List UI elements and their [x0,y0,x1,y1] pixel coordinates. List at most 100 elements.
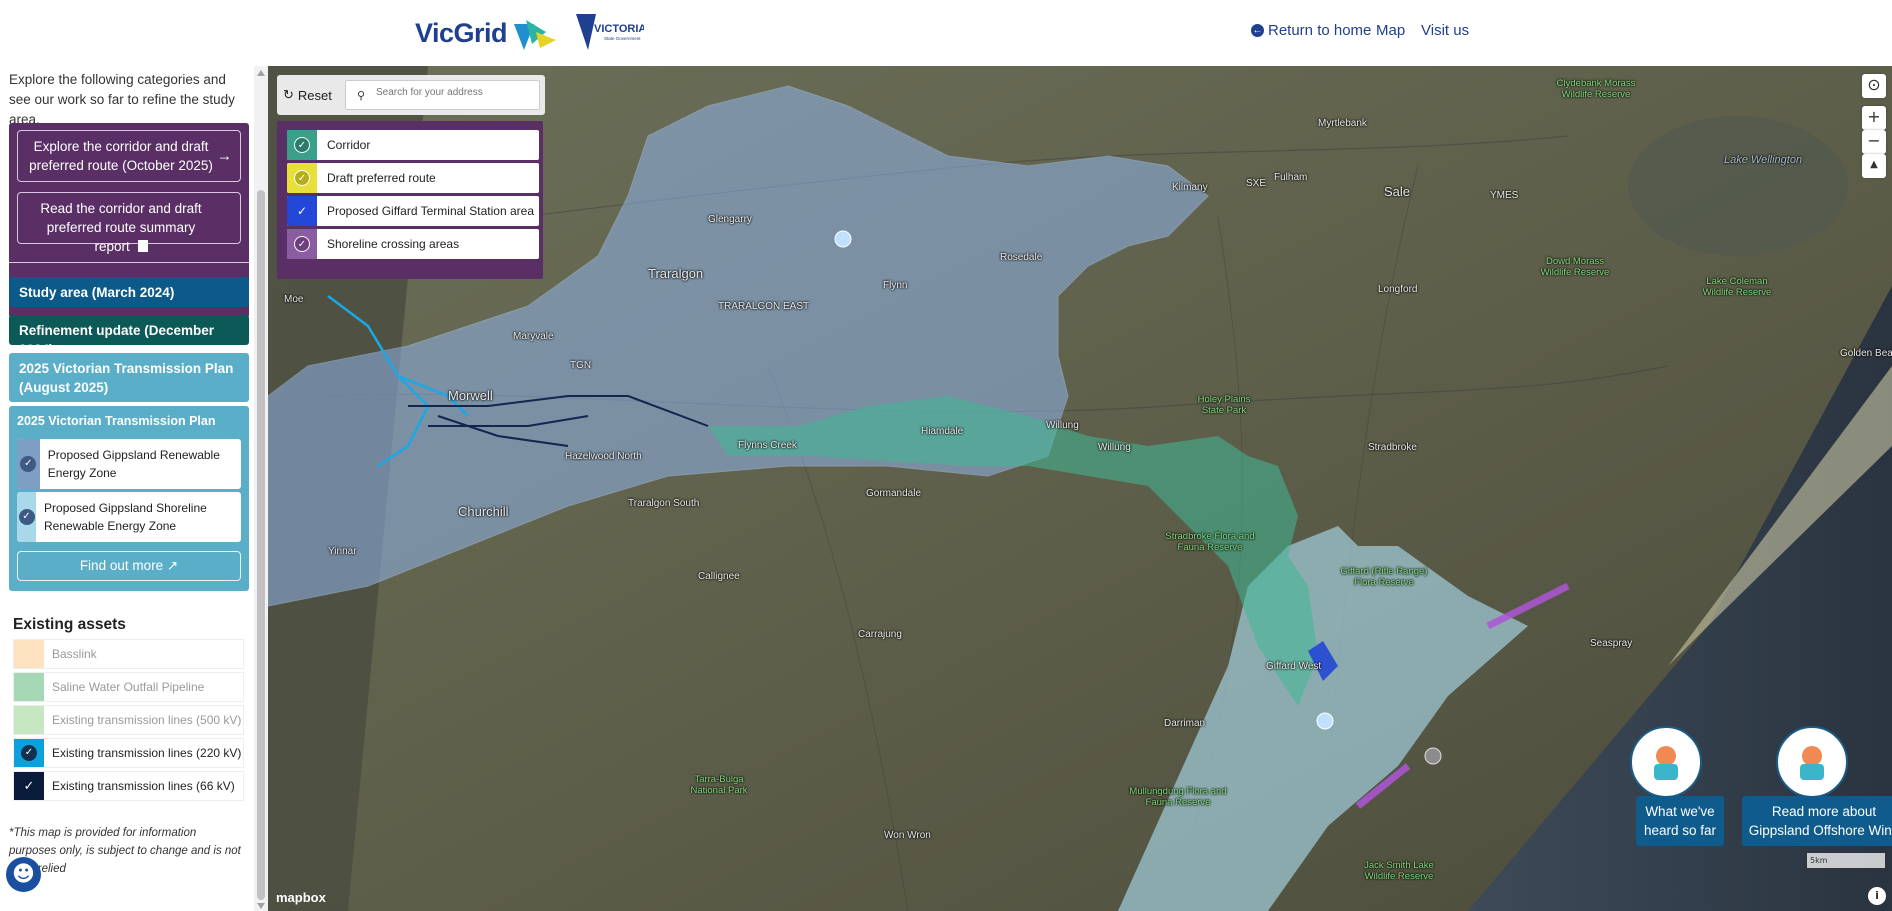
read-summary-label: Read the corridor and draft preferred ro… [40,201,202,254]
place-golden-beach: Golden Beach [1840,348,1892,359]
place-myrtlebank: Myrtlebank [1318,118,1367,129]
place-yinnar: Yinnar [328,546,357,557]
layer-label: Proposed Gippsland Renewable Energy Zone [47,448,220,480]
asset-toggle-saline-pipeline[interactable]: Saline Water Outfall Pipeline [13,672,244,702]
sidebar-scrollbar[interactable] [254,66,268,911]
reset-button[interactable]: ↻ Reset [283,82,339,108]
legend-toggle-corridor[interactable]: ✓ Corridor [287,130,539,160]
check-icon: ✓ [294,137,310,153]
nav-return-home[interactable]: ← Return to home [1251,22,1371,39]
vicgrid-logo-icon [514,20,556,50]
place-carrajung: Carrajung [858,629,902,640]
victoria-logo-sub: State Government [604,36,641,41]
accordion-refinement-update[interactable]: Refinement update (December 2024) [9,315,249,357]
what-we-heard-cta[interactable]: What we've heard so far [1608,726,1728,876]
water-lake-wellington: Lake Wellington [1724,154,1803,166]
asset-label: Saline Water Outfall Pipeline [52,680,205,694]
find-out-more-button[interactable]: Find out more ↗ [17,551,241,581]
place-willung: Willung [1046,420,1079,431]
arrow-left-circle-icon: ← [1251,24,1264,37]
address-search-box[interactable]: ⚲ [345,80,540,110]
place-rosedale: Rosedale [1000,252,1043,263]
check-icon: ✓ [294,170,310,186]
place-sxe: SXE [1246,178,1267,189]
nav-visit-us[interactable]: Visit us [1421,22,1469,39]
legend-label: Shoreline crossing areas [327,237,460,251]
park-clydebank: Clydebank Morass Wildlife Reserve [1556,78,1636,100]
victoria-logo-text: VICTORIA [594,23,644,35]
victoria-government-logo: VICTORIA State Government [576,14,644,50]
explore-corridor-button[interactable]: Explore the corridor and draft preferred… [17,130,241,182]
rez-marker-icon [834,230,852,248]
place-giffard-west: Giffard West [1266,661,1322,672]
place-darriman: Darriman [1164,718,1206,729]
geolocate-icon[interactable]: ⊙ [1862,74,1886,98]
park-dowd: Dowd Morass Wildlife Reserve [1540,256,1610,278]
check-icon: ✓ [20,456,37,472]
map-disclaimer: *This map is provided for information pu… [9,827,241,875]
vicgrid-logo-text[interactable]: VicGrid [415,18,508,49]
pdf-icon [137,240,148,252]
asset-label: Existing transmission lines (220 kV) [52,746,242,760]
nav-return-home-label: Return to home [1268,22,1372,39]
scrollbar-thumb[interactable] [257,190,265,900]
park-stradbroke-flora: Stradbroke Flora and Fauna Reserve [1165,531,1255,553]
zoom-in-button[interactable]: + [1862,106,1886,130]
place-traralgon-south: Traralgon South [628,498,700,509]
accessibility-icon[interactable]: ☻ [6,857,41,892]
place-willung-2: Willung [1098,442,1131,453]
scroll-up-arrow-icon[interactable] [257,70,265,76]
check-icon: ✓ [23,778,35,793]
accordion-transmission-plan[interactable]: 2025 Victorian Transmission Plan (August… [9,353,249,402]
layer-label: Proposed Gippsland Shoreline Renewable E… [44,501,207,533]
check-icon: ✓ [294,236,310,252]
asset-toggle-500kv[interactable]: Existing transmission lines (500 kV) [13,705,244,735]
place-sale: Sale [1384,184,1411,199]
layer-toggle-gippsland-rez[interactable]: ✓ Proposed Gippsland Renewable Energy Zo… [17,439,241,489]
asset-toggle-basslink[interactable]: Basslink [13,639,244,669]
asset-toggle-66kv[interactable]: ✓ Existing transmission lines (66 kV) [13,771,244,801]
legend-toggle-draft-route[interactable]: ✓ Draft preferred route [287,163,539,193]
park-jack-smith: Jack Smith Lake Wildlife Reserve [1364,860,1434,882]
accordion-study-area[interactable]: Study area (March 2024) [9,277,249,307]
refresh-icon: ↻ [283,87,294,102]
place-stradbroke: Stradbroke [1368,442,1417,453]
scroll-down-arrow-icon[interactable] [257,903,265,909]
nav-map[interactable]: Map [1376,22,1405,39]
what-we-heard-button[interactable]: What we've heard so far [1636,796,1724,846]
asset-toggle-220kv[interactable]: ✓ Existing transmission lines (220 kV) [13,738,244,768]
info-icon[interactable]: i [1868,887,1886,905]
check-icon: ✓ [18,509,35,525]
offshore-wind-button[interactable]: Read more about Gippsland Offshore Wind [1742,796,1892,846]
asset-swatch: ✓ [14,772,44,800]
lake-wellington [1628,116,1848,256]
sidebar: Explore the following categories and see… [0,66,268,911]
place-flynns-creek: Flynns Creek [738,440,797,451]
legend-swatch: ✓ [287,163,317,193]
park-coleman: Lake Coleman Wildlife Reserve [1702,276,1772,298]
legend-toggle-shoreline-crossing[interactable]: ✓ Shoreline crossing areas [287,229,539,259]
check-icon: ✓ [296,204,308,218]
address-search-input[interactable] [376,87,536,98]
legend-label: Draft preferred route [327,171,436,185]
place-callignee: Callignee [698,571,740,582]
compass-icon[interactable]: ▲ [1862,154,1886,178]
asset-label: Existing transmission lines (500 kV) [52,713,242,727]
place-hiamdale: Hiamdale [921,426,964,437]
people-icon [1630,726,1702,798]
arrow-right-icon: → [217,147,232,165]
read-summary-report-button[interactable]: Read the corridor and draft preferred ro… [17,192,241,254]
place-longford: Longford [1378,284,1418,295]
legend-label: Corridor [327,138,371,152]
legend-toggle-giffard-terminal[interactable]: ✓ Proposed Giffard Terminal Station area [287,196,539,226]
zoom-out-button[interactable]: − [1862,130,1886,154]
place-seaspray: Seaspray [1590,638,1633,649]
shoreline-rez-marker-icon [1316,712,1334,730]
reset-label: Reset [297,87,332,103]
mapbox-logo[interactable]: mapbox [276,890,326,905]
park-tarra: Tarra-Bulga National Park [690,774,748,796]
layer-toggle-shoreline-rez[interactable]: ✓ Proposed Gippsland Shoreline Renewable… [17,492,241,542]
map-view[interactable]: Traralgon Morwell Churchill Maryvale Gle… [268,66,1892,911]
asset-label: Existing transmission lines (66 kV) [52,779,235,793]
asset-swatch [14,640,44,668]
